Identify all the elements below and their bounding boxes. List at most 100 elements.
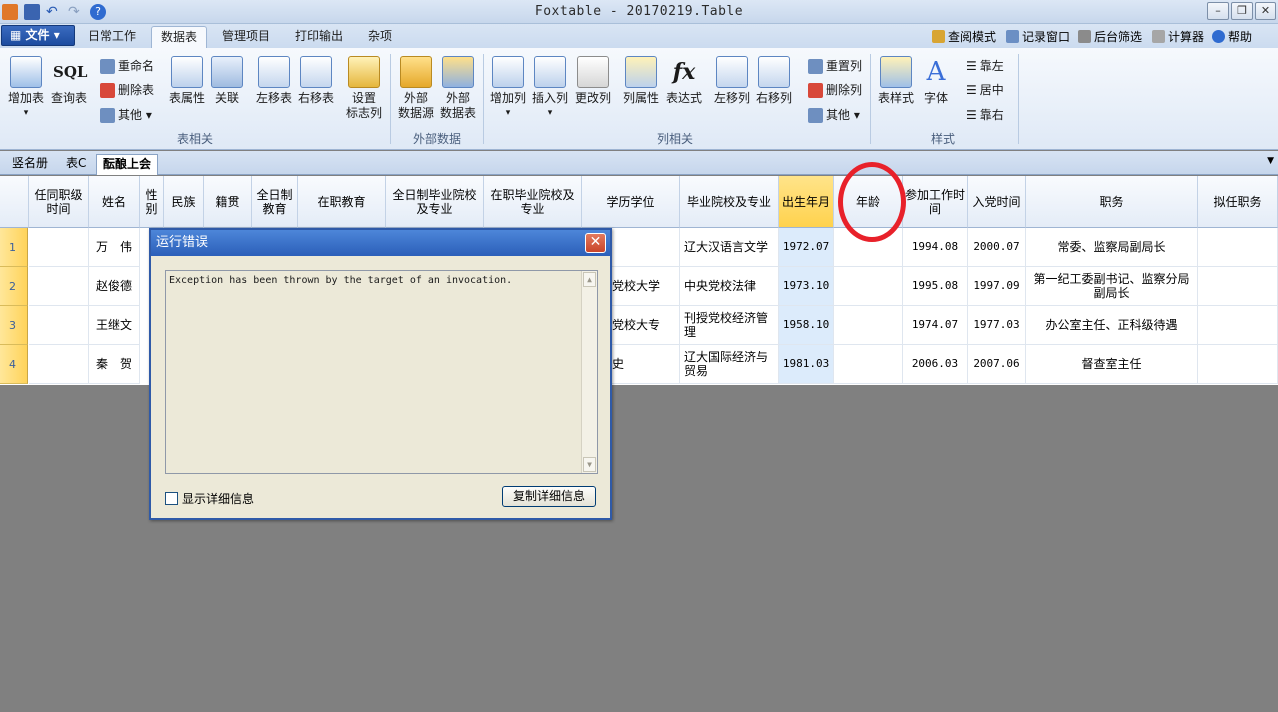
vertical-scrollbar[interactable]: ▲ ▼ (581, 271, 597, 473)
column-header[interactable]: 在职教育 (298, 176, 386, 228)
link-calculator[interactable]: 计算器 (1152, 28, 1204, 45)
table-style-button[interactable]: 表样式 (876, 56, 916, 106)
table-cell[interactable] (1198, 267, 1278, 306)
corner-cell[interactable] (0, 176, 29, 228)
move-column-left-button[interactable]: 左移列 (712, 56, 752, 106)
table-cell-major[interactable]: 辽大汉语言文学 (680, 228, 779, 267)
tab-print-output[interactable]: 打印输出 (288, 26, 350, 48)
column-header-birth[interactable]: 出生年月 (779, 176, 834, 228)
column-header[interactable]: 性别 (140, 176, 164, 228)
table-cell-birth[interactable]: 1981.03 (779, 345, 834, 384)
align-right-button[interactable]: ☰ 靠右 (966, 107, 1004, 123)
table-cell[interactable] (1198, 345, 1278, 384)
dialog-title-bar[interactable]: 运行错误 ✕ (151, 230, 610, 256)
column-header[interactable]: 全日制教育 (252, 176, 298, 228)
table-cell-major[interactable]: 中央党校法律 (680, 267, 779, 306)
column-header[interactable]: 任同职级时间 (29, 176, 89, 228)
row-header[interactable]: 2 (0, 267, 28, 306)
sheet-tab-brewing[interactable]: 酝酿上会 (96, 154, 159, 175)
table-cell-major[interactable]: 刊授党校经济管理 (680, 306, 779, 345)
table-cell-work[interactable]: 2006.03 (903, 345, 968, 384)
move-table-left-button[interactable]: 左移表 (254, 56, 294, 106)
column-header[interactable]: 参加工作时间 (903, 176, 968, 228)
expression-button[interactable]: fx 表达式 (664, 56, 704, 106)
column-header[interactable]: 姓名 (89, 176, 140, 228)
table-cell-major[interactable]: 辽大国际经济与贸易 (680, 345, 779, 384)
move-table-right-button[interactable]: 右移表 (296, 56, 336, 106)
sheet-tab-roster[interactable]: 竖名册 (6, 154, 54, 175)
link-read-mode[interactable]: 查阅模式 (932, 28, 996, 45)
reset-column-button[interactable]: 重置列 (808, 58, 862, 74)
restore-button[interactable]: ❐ (1231, 2, 1253, 20)
column-header[interactable]: 民族 (164, 176, 204, 228)
table-cell-party[interactable]: 2007.06 (968, 345, 1026, 384)
tab-daily-work[interactable]: 日常工作 (82, 26, 142, 48)
table-cell-birth[interactable]: 1958.10 (779, 306, 834, 345)
error-message-box[interactable]: Exception has been thrown by the target … (165, 270, 598, 474)
table-cell-name[interactable]: 万 伟 (89, 228, 140, 267)
external-source-button[interactable]: 外部 数据源 (396, 56, 436, 121)
table-cell[interactable] (1198, 228, 1278, 267)
table-cell-post[interactable]: 办公室主任、正科级待遇 (1026, 306, 1198, 345)
table-cell-post[interactable]: 常委、监察局副局长 (1026, 228, 1198, 267)
column-header[interactable]: 拟任职务 (1198, 176, 1278, 228)
delete-column-button[interactable]: 删除列 (808, 82, 862, 98)
align-center-button[interactable]: ☰ 居中 (966, 82, 1004, 98)
table-cell-post[interactable]: 第一纪工委副书记、监察分局副局长 (1026, 267, 1198, 306)
table-cell[interactable] (29, 345, 89, 384)
file-menu-button[interactable]: ▦ 文件 ▾ (1, 25, 75, 46)
table-cell[interactable] (29, 306, 89, 345)
table-cell-work[interactable]: 1994.08 (903, 228, 968, 267)
insert-column-button[interactable]: 插入列 ▾ (530, 56, 570, 121)
column-header[interactable]: 籍贯 (204, 176, 252, 228)
table-cell-age[interactable] (834, 345, 903, 384)
scroll-down-icon[interactable]: ▼ (583, 457, 596, 472)
rename-button[interactable]: 重命名 (100, 58, 154, 74)
close-window-button[interactable]: ✕ (1255, 2, 1276, 20)
table-props-button[interactable]: 表属性 (166, 56, 208, 106)
table-cell-age[interactable] (834, 267, 903, 306)
change-column-button[interactable]: 更改列 (572, 56, 614, 106)
table-cell-post[interactable]: 督查室主任 (1026, 345, 1198, 384)
align-left-button[interactable]: ☰ 靠左 (966, 58, 1004, 74)
tab-misc[interactable]: 杂项 (360, 26, 400, 48)
query-table-button[interactable]: SQL 查询表 (48, 56, 90, 106)
column-header[interactable]: 职务 (1026, 176, 1198, 228)
column-header[interactable]: 在职毕业院校及专业 (484, 176, 582, 228)
table-cell-birth[interactable]: 1972.07 (779, 228, 834, 267)
table-cell-age[interactable] (834, 306, 903, 345)
column-header[interactable]: 毕业院校及专业 (680, 176, 779, 228)
sheet-tab-table-c[interactable]: 表C (60, 154, 92, 175)
row-header[interactable]: 1 (0, 228, 28, 267)
table-cell-party[interactable]: 1997.09 (968, 267, 1026, 306)
show-details-checkbox[interactable]: 显示详细信息 (165, 490, 254, 507)
sheet-list-dropdown-icon[interactable]: ▼ (1267, 156, 1274, 166)
tab-manage-project[interactable]: 管理项目 (215, 26, 277, 48)
table-cell-name[interactable]: 秦 贺 (89, 345, 140, 384)
row-header[interactable]: 3 (0, 306, 28, 345)
table-cell[interactable] (29, 228, 89, 267)
add-table-button[interactable]: 增加表 ▾ (4, 56, 48, 121)
delete-table-button[interactable]: 删除表 (100, 82, 154, 98)
table-cell-work[interactable]: 1974.07 (903, 306, 968, 345)
link-record-window[interactable]: 记录窗口 (1006, 28, 1070, 45)
flag-column-button[interactable]: 设置 标志列 (344, 56, 384, 121)
table-cell[interactable] (1198, 306, 1278, 345)
table-cell[interactable] (29, 267, 89, 306)
dialog-close-button[interactable]: ✕ (585, 233, 606, 253)
link-background-filter[interactable]: 后台筛选 (1078, 28, 1142, 45)
tab-data-table[interactable]: 数据表 (151, 26, 207, 48)
table-cell-birth[interactable]: 1973.10 (779, 267, 834, 306)
table-cell-party[interactable]: 1977.03 (968, 306, 1026, 345)
add-column-button[interactable]: 增加列 ▾ (488, 56, 528, 121)
table-cell-work[interactable]: 1995.08 (903, 267, 968, 306)
checkbox-box[interactable] (165, 492, 178, 505)
table-cell-name[interactable]: 王继文 (89, 306, 140, 345)
link-help[interactable]: 帮助 (1212, 28, 1252, 45)
relation-button[interactable]: 关联 (210, 56, 244, 106)
table-cell-name[interactable]: 赵俊德 (89, 267, 140, 306)
copy-details-button[interactable]: 复制详细信息 (502, 486, 596, 507)
column-header[interactable]: 全日制毕业院校及专业 (386, 176, 484, 228)
column-props-button[interactable]: 列属性 (620, 56, 662, 106)
move-column-right-button[interactable]: 右移列 (754, 56, 794, 106)
